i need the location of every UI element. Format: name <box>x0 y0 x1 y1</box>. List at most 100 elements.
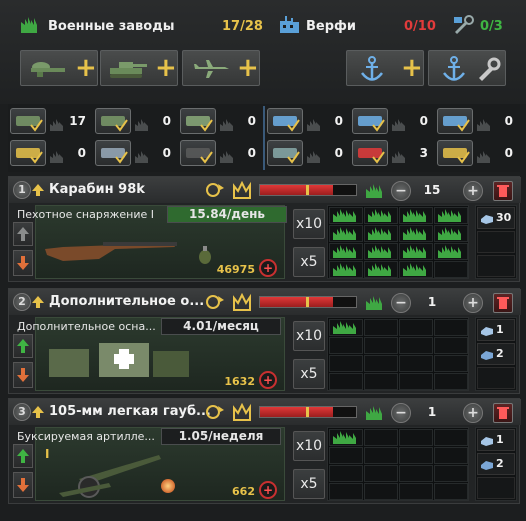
factory-slot <box>364 243 398 260</box>
ship-equipment-icon <box>437 108 473 134</box>
factory-slot <box>399 319 433 336</box>
plane-icon <box>193 60 229 78</box>
production-rate: 15.84/день <box>167 206 287 223</box>
priority-badge[interactable]: 2 <box>13 293 31 311</box>
add-medical-icon[interactable]: + <box>259 259 277 277</box>
factory-icon <box>366 184 382 198</box>
stockpile-count: 0 <box>334 114 343 128</box>
add-factory-button[interactable]: + <box>463 181 483 201</box>
factory-slot <box>434 319 468 336</box>
factory-slot <box>434 465 468 482</box>
stockpile-count: 0 <box>247 146 256 160</box>
move-down-button[interactable] <box>13 472 33 498</box>
tank-equipment-icon <box>95 108 131 134</box>
multiplier-x5-button[interactable]: x5 <box>293 359 325 389</box>
add-infantry-factory-button[interactable]: + <box>20 50 98 86</box>
factory-slot <box>364 465 398 482</box>
delete-line-button[interactable] <box>493 403 513 423</box>
factory-icon <box>368 209 391 222</box>
efficiency-bar <box>259 296 357 308</box>
factory-slot <box>434 373 468 390</box>
delete-line-button[interactable] <box>493 293 513 313</box>
move-down-button[interactable] <box>13 250 33 276</box>
resource-slot: 1 <box>477 429 515 451</box>
aircraft-equipment-icon <box>180 108 216 134</box>
multiplier-x10-button[interactable]: x10 <box>293 431 325 461</box>
stockpile-count: 17 <box>69 114 86 128</box>
factory-chart-icon[interactable] <box>233 403 255 421</box>
remove-factory-button[interactable]: − <box>391 181 411 201</box>
up-arrow-dark-icon <box>180 140 216 166</box>
factory-icon <box>333 431 356 444</box>
move-up-button[interactable] <box>13 222 33 246</box>
add-medical-icon[interactable]: + <box>259 371 277 389</box>
equipment-category: Дополнительное осна... <box>17 320 156 333</box>
delete-line-button[interactable] <box>493 181 513 201</box>
remove-factory-button[interactable]: − <box>391 403 411 423</box>
add-medical-icon[interactable]: + <box>259 481 277 499</box>
factory-slot <box>329 355 363 372</box>
add-factory-button[interactable]: + <box>463 293 483 313</box>
up-arrow-icon <box>10 140 46 166</box>
factory-icon <box>333 245 356 258</box>
equipment-cost: 662 <box>232 485 255 498</box>
factory-icon <box>366 406 382 420</box>
stockpile-count: 0 <box>504 114 513 128</box>
resource-slot <box>477 255 515 277</box>
steel-icon <box>481 437 493 446</box>
multiplier-x5-button[interactable]: x5 <box>293 469 325 499</box>
soldier-icon <box>31 62 65 77</box>
factory-slot <box>329 465 363 482</box>
factory-count: 1 <box>427 405 437 419</box>
multiplier-x5-button[interactable]: x5 <box>293 247 325 277</box>
efficiency-bar <box>259 184 357 196</box>
production-line: 1 Карабин 98k −15 + Пехотное снаряжение I 15.… <box>8 176 521 282</box>
equipment-cost: 1632 <box>224 375 255 388</box>
factory-slot <box>329 207 363 224</box>
factory-slot <box>329 429 363 446</box>
move-down-button[interactable] <box>13 362 33 388</box>
trash-icon <box>497 297 509 309</box>
production-line: 3 105-мм легкая гауб... − 1 + Буксируемая арт… <box>8 398 521 504</box>
multiplier-x10-button[interactable]: x10 <box>293 209 325 239</box>
production-efficiency-icon[interactable] <box>205 402 227 422</box>
add-factory-button[interactable]: + <box>463 403 483 423</box>
priority-badge[interactable]: 3 <box>13 403 31 421</box>
factory-slot <box>434 243 468 260</box>
factory-slot <box>364 373 398 390</box>
factory-chart-icon[interactable] <box>233 181 255 199</box>
move-up-button[interactable] <box>13 444 33 468</box>
add-tank-factory-button[interactable]: + <box>100 50 178 86</box>
production-efficiency-icon[interactable] <box>205 292 227 312</box>
priority-up-icon[interactable] <box>31 183 45 197</box>
factory-chart-icon[interactable] <box>233 293 255 311</box>
repair-icon <box>452 15 476 35</box>
plus-icon: + <box>155 53 177 83</box>
priority-up-icon[interactable] <box>31 405 45 419</box>
steel-icon <box>481 327 493 336</box>
add-aircraft-factory-button[interactable]: + <box>182 50 260 86</box>
factory-slot <box>434 207 468 224</box>
production-line: 2 Дополнительное о... − 1 + Дополнительное ос… <box>8 288 521 394</box>
add-naval-button[interactable]: + <box>346 50 424 86</box>
resource-amount: 30 <box>496 211 512 224</box>
down-arrow-icon <box>17 478 29 492</box>
factory-slot <box>329 337 363 354</box>
factory-slot <box>364 225 398 242</box>
remove-factory-button[interactable]: − <box>391 293 411 313</box>
infantry-equipment-icon <box>10 108 46 134</box>
factory-icon <box>333 209 356 222</box>
multiplier-x10-button[interactable]: x10 <box>293 321 325 351</box>
equipment-name: 105-мм легкая гауб... <box>49 404 211 419</box>
factory-count: 15 <box>423 183 441 197</box>
production-efficiency-icon[interactable] <box>205 180 227 200</box>
repair-naval-button[interactable] <box>428 50 506 86</box>
factory-icon <box>366 296 382 310</box>
factory-slot <box>329 373 363 390</box>
factory-slot <box>329 243 363 260</box>
resource-amount: 1 <box>496 323 504 336</box>
priority-up-icon[interactable] <box>31 295 45 309</box>
move-up-button[interactable] <box>13 334 33 358</box>
factory-icon <box>403 209 426 222</box>
priority-badge[interactable]: 1 <box>13 181 31 199</box>
